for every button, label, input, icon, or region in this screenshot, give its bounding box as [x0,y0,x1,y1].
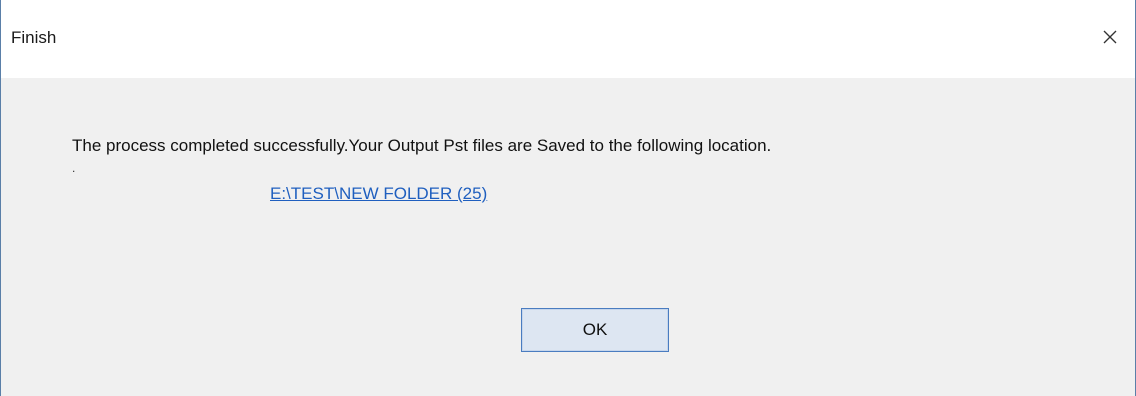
dialog-title: Finish [11,28,57,47]
ok-button[interactable]: OK [521,308,669,352]
output-location-link[interactable]: E:\TEST\NEW FOLDER (25) [270,184,487,204]
finish-dialog: Finish The process completed successfull… [0,0,1136,396]
completion-message: The process completed successfully.Your … [72,136,772,155]
close-icon [1103,30,1117,44]
title-bar: Finish [1,0,1135,78]
close-button[interactable] [1093,22,1127,52]
stray-mark: . [72,161,76,175]
